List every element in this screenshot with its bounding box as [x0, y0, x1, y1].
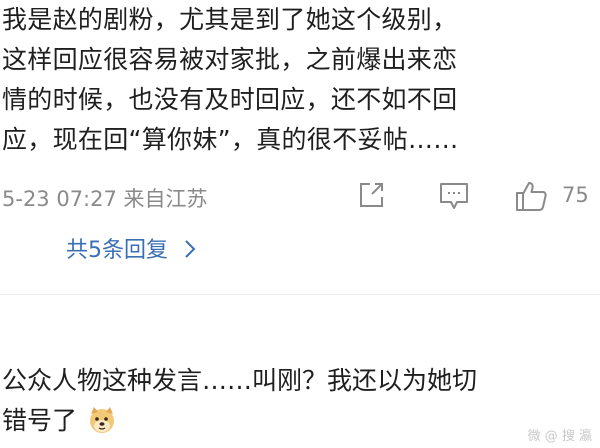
view-replies-label: 共5条回复 — [66, 238, 168, 263]
reply-icon[interactable] — [438, 180, 470, 217]
comment-meta-bar: 5-23 07:27 来自江苏 75 — [2, 176, 598, 216]
comment-line-text: 错号了 — [2, 406, 78, 435]
watermark: 微 @ 搜 瀛 — [527, 429, 592, 444]
comment-date-source: 5-23 07:27 来自江苏 — [2, 187, 208, 211]
like-icon[interactable] — [514, 180, 548, 217]
chevron-right-icon — [175, 238, 197, 263]
comment-line: 公众人物这种发言……叫刚？我还以为她切 — [2, 366, 478, 395]
comment-text: 公众人物这种发言……叫刚？我还以为她切 错号了 — [2, 361, 598, 447]
share-icon[interactable] — [356, 180, 386, 215]
comment-line: 情的时候，也没有及时回应，还不如不回 — [2, 85, 458, 114]
comment-line: 应，现在回“算你妹”，真的很不妥帖…… — [2, 125, 459, 154]
view-replies-link[interactable]: 共5条回复 — [66, 232, 197, 264]
like-count: 75 — [562, 183, 589, 207]
doge-emoji-icon — [87, 405, 117, 447]
comment-line: 错号了 — [2, 401, 598, 447]
comment-line: 我是赵的剧粉，尤其是到了她这个级别， — [2, 5, 458, 34]
comment-text: 我是赵的剧粉，尤其是到了她这个级别， 这样回应很容易被对家批，之前爆出来恋 情的… — [2, 0, 592, 160]
comment-line: 这样回应很容易被对家批，之前爆出来恋 — [2, 45, 458, 74]
divider — [0, 294, 600, 295]
